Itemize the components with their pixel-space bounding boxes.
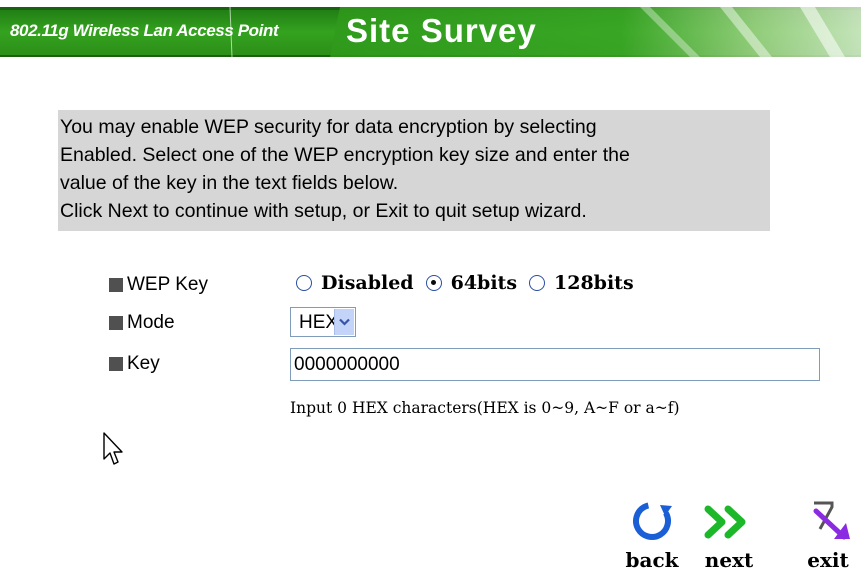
square-bullet-icon <box>109 316 123 330</box>
mode-row-label: Mode <box>109 312 175 334</box>
radio-64bits[interactable] <box>425 275 442 291</box>
key-label: Key <box>127 353 160 374</box>
intro-line-2: Enabled. Select one of the WEP encryptio… <box>60 144 630 166</box>
chevron-down-icon <box>339 318 350 326</box>
exit-button[interactable]: exit <box>800 497 856 576</box>
radio-64bits-label: 64bits <box>450 272 518 294</box>
exit-door-icon <box>813 501 850 540</box>
next-button[interactable]: next <box>698 497 760 576</box>
wep-key-input[interactable]: 0000000000 <box>290 348 820 381</box>
wep-key-radio-group: Disabled 64bits 128bits <box>296 272 646 294</box>
next-label: next <box>704 548 754 572</box>
mode-select-value: HEX <box>299 312 339 333</box>
mouse-pointer-icon <box>103 432 123 465</box>
wep-key-row-label: WEP Key <box>109 274 208 296</box>
intro-line-1: You may enable WEP security for data enc… <box>60 116 597 138</box>
page-title: Site Survey <box>346 12 537 49</box>
intro-paragraph: You may enable WEP security for data enc… <box>58 110 770 225</box>
back-button[interactable]: back <box>624 497 680 576</box>
radio-disabled[interactable] <box>296 275 312 291</box>
product-name: 802.11g Wireless Lan Access Point <box>10 21 279 40</box>
key-row-label: Key <box>109 353 160 375</box>
square-bullet-icon <box>109 278 123 292</box>
exit-label: exit <box>807 548 849 572</box>
header-banner: 802.11g Wireless Lan Access Point Site S… <box>0 0 861 68</box>
key-hint-text: Input 0 HEX characters(HEX is 0~9, A~F o… <box>290 399 680 417</box>
radio-128bits[interactable] <box>529 275 546 291</box>
mode-select[interactable]: HEX <box>290 307 356 337</box>
back-arrow-icon <box>633 502 672 540</box>
intro-text-box: You may enable WEP security for data enc… <box>58 110 770 231</box>
intro-line-4: Click Next to continue with setup, or Ex… <box>60 200 587 222</box>
wep-key-label: WEP Key <box>127 274 208 295</box>
intro-line-3: value of the key in the text fields belo… <box>60 172 399 194</box>
radio-disabled-label: Disabled <box>321 272 414 294</box>
back-label: back <box>625 548 679 572</box>
mode-dropdown-button[interactable] <box>334 309 354 335</box>
radio-128bits-label: 128bits <box>554 272 634 294</box>
square-bullet-icon <box>109 357 123 371</box>
double-chevron-right-icon <box>704 505 746 539</box>
mode-label: Mode <box>127 312 175 333</box>
